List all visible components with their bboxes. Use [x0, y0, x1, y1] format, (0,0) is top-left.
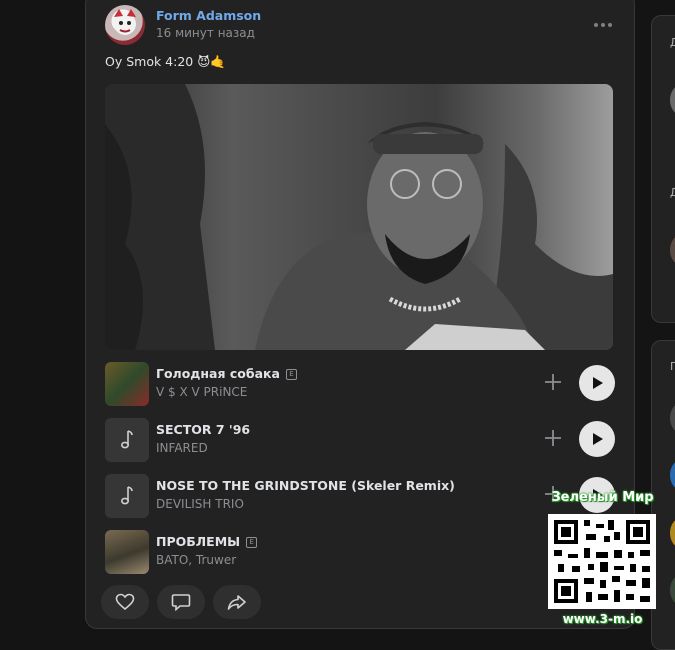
track-cover	[105, 362, 149, 406]
sidebar-heading: Д	[670, 36, 675, 49]
play-icon	[593, 377, 603, 389]
track-cover	[105, 474, 149, 518]
post-text: Oy Smok 4:20 😈🤙	[105, 54, 226, 69]
track-title[interactable]: NOSE TO THE GRINDSTONE (Skeler Remix)	[156, 478, 455, 493]
comment-button[interactable]	[157, 585, 205, 619]
sidebar-heading: Д	[670, 186, 675, 199]
track-cover	[105, 418, 149, 462]
comment-icon	[171, 594, 191, 611]
track-row[interactable]: SECTOR 7 '96 INFARED	[105, 418, 615, 462]
track-title[interactable]: Голодная собака E	[156, 366, 297, 381]
track-artist[interactable]: V $ X V PRiNCE	[156, 385, 247, 399]
track-cover	[105, 530, 149, 574]
explicit-badge: E	[246, 537, 258, 548]
author-avatar[interactable]	[105, 5, 145, 45]
play-button[interactable]	[579, 365, 615, 401]
track-row[interactable]: NOSE TO THE GRINDSTONE (Skeler Remix) DE…	[105, 474, 615, 518]
music-note-icon	[121, 430, 133, 449]
watermark-url: www.3-m.io	[562, 612, 643, 626]
add-track-icon[interactable]	[543, 372, 563, 392]
music-note-icon	[121, 486, 133, 505]
like-button[interactable]	[101, 585, 149, 619]
track-title[interactable]: ПРОБЛЕМЫ E	[156, 534, 258, 549]
explicit-badge: E	[285, 369, 297, 380]
share-icon	[227, 595, 246, 610]
track-artist[interactable]: DEVILISH TRIO	[156, 497, 244, 511]
track-row[interactable]: ПРОБЛЕМЫ E BATO, Truwer	[105, 530, 615, 574]
more-options-icon[interactable]	[592, 14, 614, 36]
author-name[interactable]: Form Adamson	[156, 8, 261, 23]
watermark-qr: Зеленый Мир www.3-m.io	[545, 490, 660, 630]
post-photo[interactable]	[105, 84, 613, 350]
post-time[interactable]: 16 минут назад	[156, 26, 255, 40]
play-icon	[593, 433, 603, 445]
track-artist[interactable]: BATO, Truwer	[156, 553, 236, 567]
track-row[interactable]: Голодная собака E V $ X V PRiNCE	[105, 362, 615, 406]
sidebar-block	[651, 15, 675, 323]
sidebar-heading: П	[670, 360, 675, 373]
track-title[interactable]: SECTOR 7 '96	[156, 422, 250, 437]
track-artist[interactable]: INFARED	[156, 441, 208, 455]
heart-icon	[115, 593, 135, 611]
share-button[interactable]	[213, 585, 261, 619]
watermark-title: Зеленый Мир	[551, 490, 654, 505]
play-button[interactable]	[579, 421, 615, 457]
qr-code	[548, 514, 656, 609]
add-track-icon[interactable]	[543, 428, 563, 448]
